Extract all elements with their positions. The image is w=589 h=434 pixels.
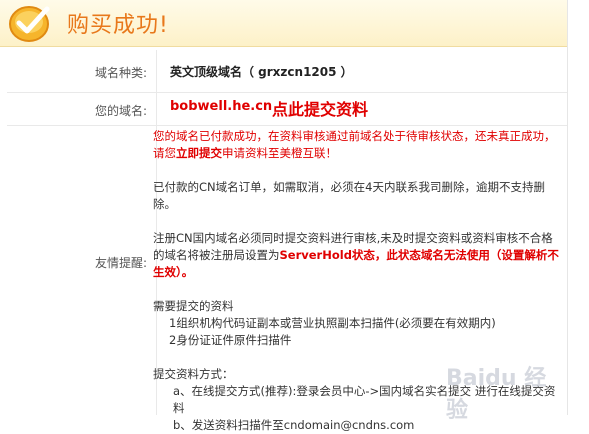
domain-name: bobwell.he.cn — [170, 99, 273, 114]
check-circle-icon — [9, 6, 50, 42]
domain-type-label: 域名种类: — [94, 66, 147, 80]
notes-label: 友情提醒: — [94, 256, 147, 270]
doc-item: 2身份证证件原件扫描件 — [169, 333, 292, 347]
success-header: 购买成功! — [0, 0, 567, 47]
submit-now-text: 立即提交 — [176, 146, 222, 160]
serverhold-notice: 注册CN国内域名必须同时提交资料进行审核,未及时提交资料或资料审核不合格的域名将… — [153, 231, 559, 279]
column-divider — [156, 93, 157, 125]
page-title: 购买成功! — [67, 13, 169, 38]
serverhold-status: ServerHold状态 — [279, 248, 375, 262]
baidu-watermark-logo: Baidu 经验 — [446, 366, 547, 423]
docs-title: 需要提交的资料 — [153, 299, 234, 313]
method-email: b、发送资料扫描件至cndomain@cndns.com — [173, 418, 415, 432]
payment-notice: 您的域名已付款成功，在资料审核通过前域名处于待审核状态，还未真正成功，请您立即提… — [153, 129, 556, 160]
domain-type-row: 域名种类: 英文顶级域名（ grxzcn1205 ） — [7, 50, 567, 93]
doc-item: 1组织机构代码证副本或营业执照副本扫描件(必须要在有效期内) — [169, 316, 496, 330]
submit-documents-link[interactable]: 点此提交资料 — [272, 96, 368, 120]
order-success-panel: 购买成功! 域名种类: 英文顶级域名（ grxzcn1205 ） 您的域名: b… — [0, 0, 568, 432]
your-domain-label: 您的域名: — [94, 104, 147, 118]
column-divider — [156, 50, 157, 92]
domain-type-value: 英文顶级域名（ grxzcn1205 ） — [170, 65, 353, 79]
your-domain-row: 您的域名: bobwell.he.cn 点此提交资料 — [7, 93, 567, 126]
cancellation-notice: 已付款的CN域名订单，如需取消，必须在4天内联系我司删除，逾期不支持删除。 — [153, 180, 545, 211]
